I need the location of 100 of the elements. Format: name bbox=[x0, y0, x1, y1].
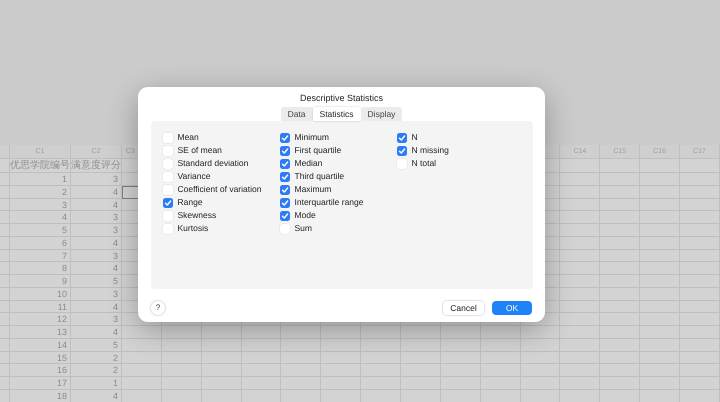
checkbox[interactable] bbox=[396, 132, 406, 142]
table-cell: 5 bbox=[71, 338, 122, 352]
table-cell bbox=[281, 352, 322, 364]
checkbox[interactable] bbox=[280, 132, 290, 142]
option-label: Range bbox=[178, 196, 203, 209]
option-label: Third quartile bbox=[294, 170, 344, 183]
table-cell bbox=[440, 326, 481, 339]
table-cell bbox=[361, 352, 402, 364]
checkbox[interactable] bbox=[280, 224, 290, 234]
table-cell bbox=[440, 338, 481, 352]
table-cell bbox=[480, 352, 521, 364]
table-cell bbox=[202, 338, 242, 352]
table-cell bbox=[560, 275, 600, 288]
table-cell bbox=[281, 326, 322, 339]
checkbox[interactable] bbox=[162, 172, 172, 182]
table-cell bbox=[560, 159, 600, 173]
table-cell: 3 bbox=[71, 224, 122, 237]
option-label: N bbox=[412, 131, 418, 144]
table-cell: 4 bbox=[71, 262, 122, 275]
column-name: 优思学院编号 bbox=[10, 159, 71, 173]
dialog-title: Descriptive Statistics bbox=[300, 92, 384, 104]
table-cell bbox=[401, 326, 441, 339]
table-cell bbox=[202, 352, 242, 364]
table-cell bbox=[560, 186, 600, 198]
help-button[interactable]: ? bbox=[151, 301, 165, 315]
table-cell bbox=[560, 173, 600, 186]
checkbox[interactable] bbox=[162, 184, 172, 194]
checkbox[interactable] bbox=[162, 132, 172, 142]
option-label: N total bbox=[412, 157, 436, 170]
table-cell: 4 bbox=[10, 211, 71, 224]
option-label: SE of mean bbox=[178, 144, 222, 157]
table-cell bbox=[560, 198, 600, 212]
table-cell bbox=[520, 338, 560, 352]
table-cell bbox=[401, 352, 441, 364]
table-cell: 3 bbox=[71, 313, 122, 326]
table-cell: 10 bbox=[10, 288, 71, 300]
option-label: N missing bbox=[412, 144, 449, 157]
option-label: Median bbox=[294, 157, 322, 170]
table-cell: 12 bbox=[10, 313, 71, 326]
checkbox[interactable] bbox=[162, 210, 172, 220]
table-cell: 3 bbox=[71, 173, 122, 186]
option-label: Skewness bbox=[178, 209, 216, 222]
table-cell bbox=[242, 352, 282, 364]
tab[interactable]: Display bbox=[360, 107, 402, 121]
table-cell: 11 bbox=[10, 300, 71, 314]
checkbox[interactable] bbox=[162, 158, 172, 168]
table-cell bbox=[440, 352, 481, 364]
option-label: Maximum bbox=[294, 183, 332, 196]
table-cell bbox=[560, 236, 600, 250]
table-cell: 4 bbox=[71, 390, 122, 402]
table-cell bbox=[281, 338, 322, 352]
table-cell: 4 bbox=[71, 186, 122, 198]
checkbox[interactable] bbox=[280, 158, 290, 168]
checkbox[interactable] bbox=[162, 198, 172, 208]
table-cell: 2 bbox=[10, 186, 71, 198]
tab[interactable]: Data bbox=[280, 107, 313, 121]
tab[interactable]: Statistics bbox=[312, 107, 361, 121]
table-cell bbox=[401, 338, 441, 352]
option-label: Mean bbox=[178, 131, 199, 144]
table-cell bbox=[242, 338, 282, 352]
checkbox[interactable] bbox=[280, 184, 290, 194]
table-cell bbox=[361, 338, 402, 352]
table-cell: 3 bbox=[71, 250, 122, 262]
checkbox[interactable] bbox=[280, 198, 290, 208]
option-label: Variance bbox=[178, 170, 210, 183]
checkbox[interactable] bbox=[396, 158, 406, 168]
option-label: Mode bbox=[294, 209, 316, 222]
table-cell bbox=[560, 288, 600, 300]
table-cell: 4 bbox=[71, 300, 122, 314]
checkbox[interactable] bbox=[162, 146, 172, 156]
table-cell bbox=[162, 352, 202, 364]
table-cell: 4 bbox=[71, 326, 122, 339]
table-cell: 3 bbox=[71, 211, 122, 224]
option-label: Sum bbox=[294, 222, 312, 235]
ok-button[interactable]: OK bbox=[492, 301, 532, 315]
table-cell: 18 bbox=[10, 390, 71, 402]
option-label: Standard deviation bbox=[178, 157, 248, 170]
table-cell bbox=[520, 326, 560, 339]
table-cell: 14 bbox=[10, 338, 71, 352]
checkbox[interactable] bbox=[162, 224, 172, 234]
table-cell bbox=[202, 326, 242, 339]
table-cell: 17 bbox=[10, 377, 71, 390]
option-label: Minimum bbox=[294, 131, 329, 144]
checkbox[interactable] bbox=[280, 210, 290, 220]
checkbox[interactable] bbox=[396, 146, 406, 156]
table-cell bbox=[162, 338, 202, 352]
table-cell: 1 bbox=[10, 173, 71, 186]
option-label: Coefficient of variation bbox=[178, 183, 262, 196]
table-cell bbox=[560, 300, 600, 314]
table-cell: 5 bbox=[71, 275, 122, 288]
table-cell bbox=[560, 326, 600, 339]
checkbox[interactable] bbox=[280, 146, 290, 156]
table-cell: 3 bbox=[71, 288, 122, 300]
table-cell: 16 bbox=[10, 364, 71, 377]
table-cell bbox=[560, 262, 600, 275]
checkbox[interactable] bbox=[280, 172, 290, 182]
table-cell bbox=[480, 338, 521, 352]
column-name: 满意度评分 bbox=[71, 159, 122, 173]
cancel-button[interactable]: Cancel bbox=[443, 301, 484, 315]
table-cell bbox=[162, 326, 202, 339]
